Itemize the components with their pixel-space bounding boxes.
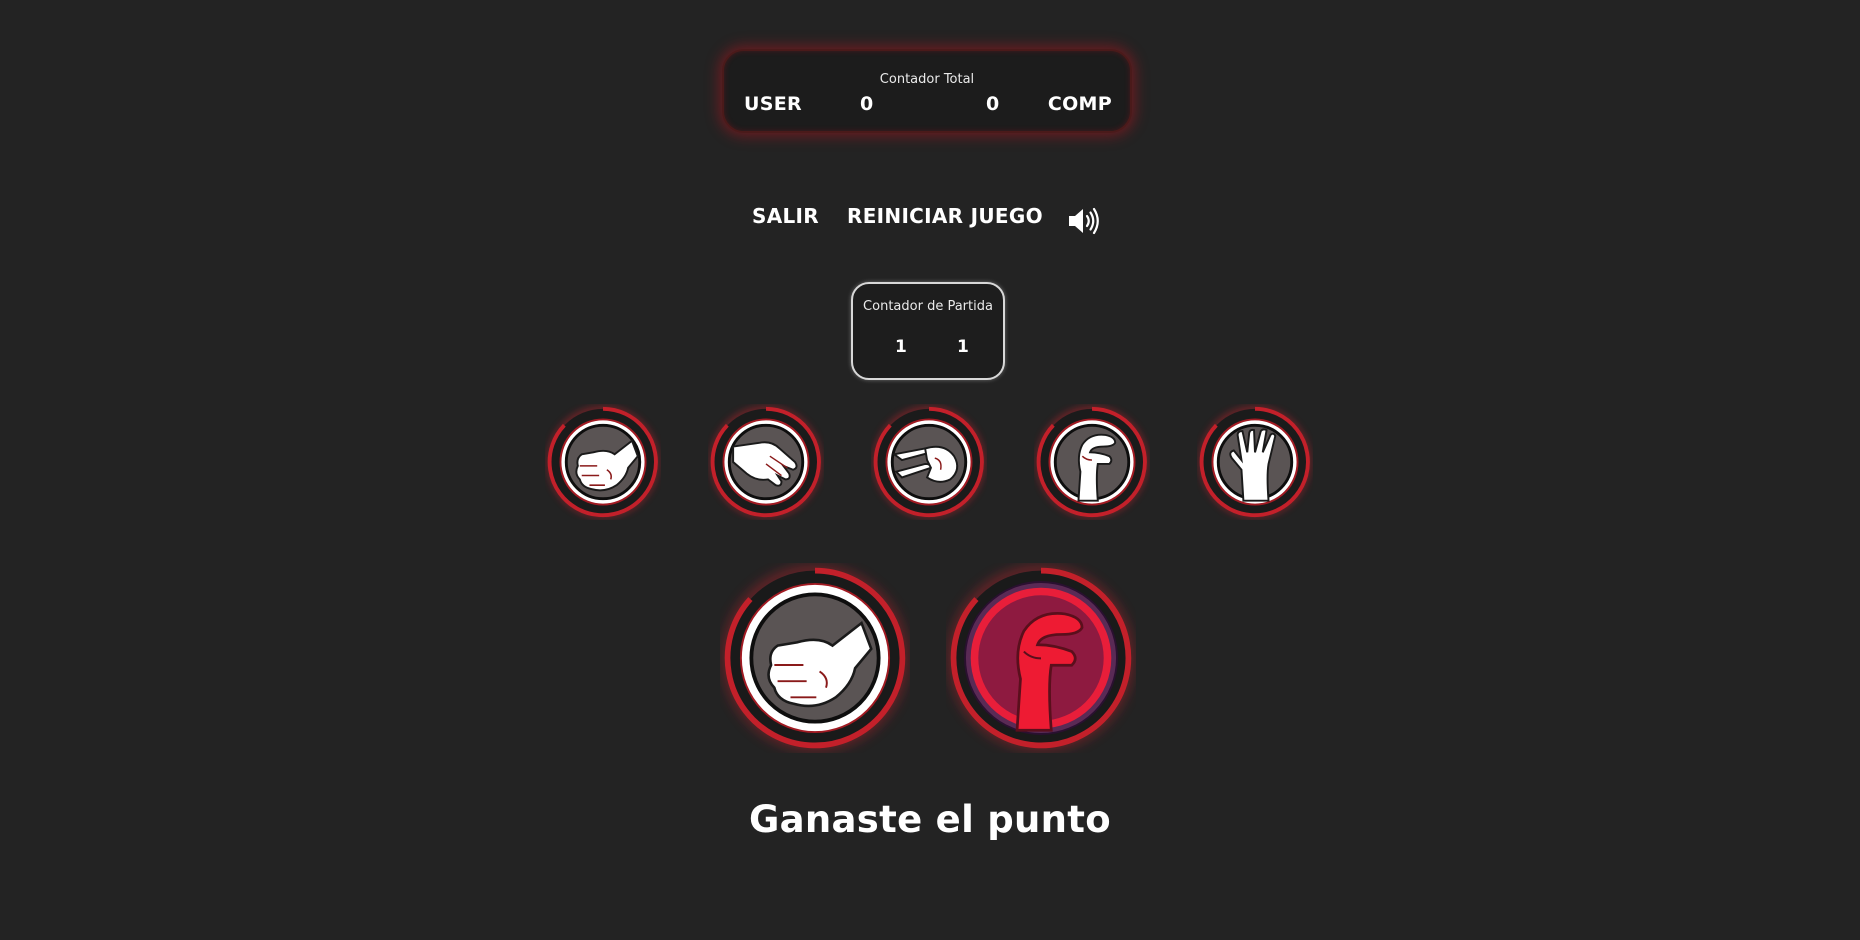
choice-spock-button[interactable] [1197,404,1313,520]
user-round-score: 1 [895,337,907,357]
user-played-choice [720,563,910,753]
total-scoreboard: Contador Total USER 0 0 COMP [722,49,1132,133]
result-message: Ganaste el punto [748,798,1112,841]
speaker-volume-icon[interactable] [1066,206,1100,236]
choice-lizard-button[interactable] [1034,404,1150,520]
restart-game-button[interactable]: REINICIAR JUEGO [847,204,1043,228]
comp-round-score: 1 [957,337,969,357]
user-label: USER [744,93,802,115]
lizard-hand-icon [949,566,1133,750]
user-total-score: 0 [860,93,874,115]
comp-label: COMP [1047,93,1112,115]
fist-icon [547,406,659,518]
spock-hand-icon [1199,406,1311,518]
round-scoreboard: Contador de Partida 1 1 [851,282,1005,380]
fist-icon [723,566,907,750]
exit-button[interactable]: SALIR [752,204,819,228]
choice-rock-button[interactable] [545,404,661,520]
open-hand-icon [710,406,822,518]
lizard-hand-icon [1036,406,1148,518]
comp-played-choice [946,563,1136,753]
game-controls: SALIR REINICIAR JUEGO [0,204,1860,238]
scissors-hand-icon [873,406,985,518]
choice-paper-button[interactable] [708,404,824,520]
game-screen: Contador Total USER 0 0 COMP SALIR REINI… [0,0,1860,940]
total-scoreboard-title: Contador Total [879,72,975,87]
round-scoreboard-title: Contador de Partida [863,299,993,314]
choice-scissors-button[interactable] [871,404,987,520]
comp-total-score: 0 [986,93,1000,115]
